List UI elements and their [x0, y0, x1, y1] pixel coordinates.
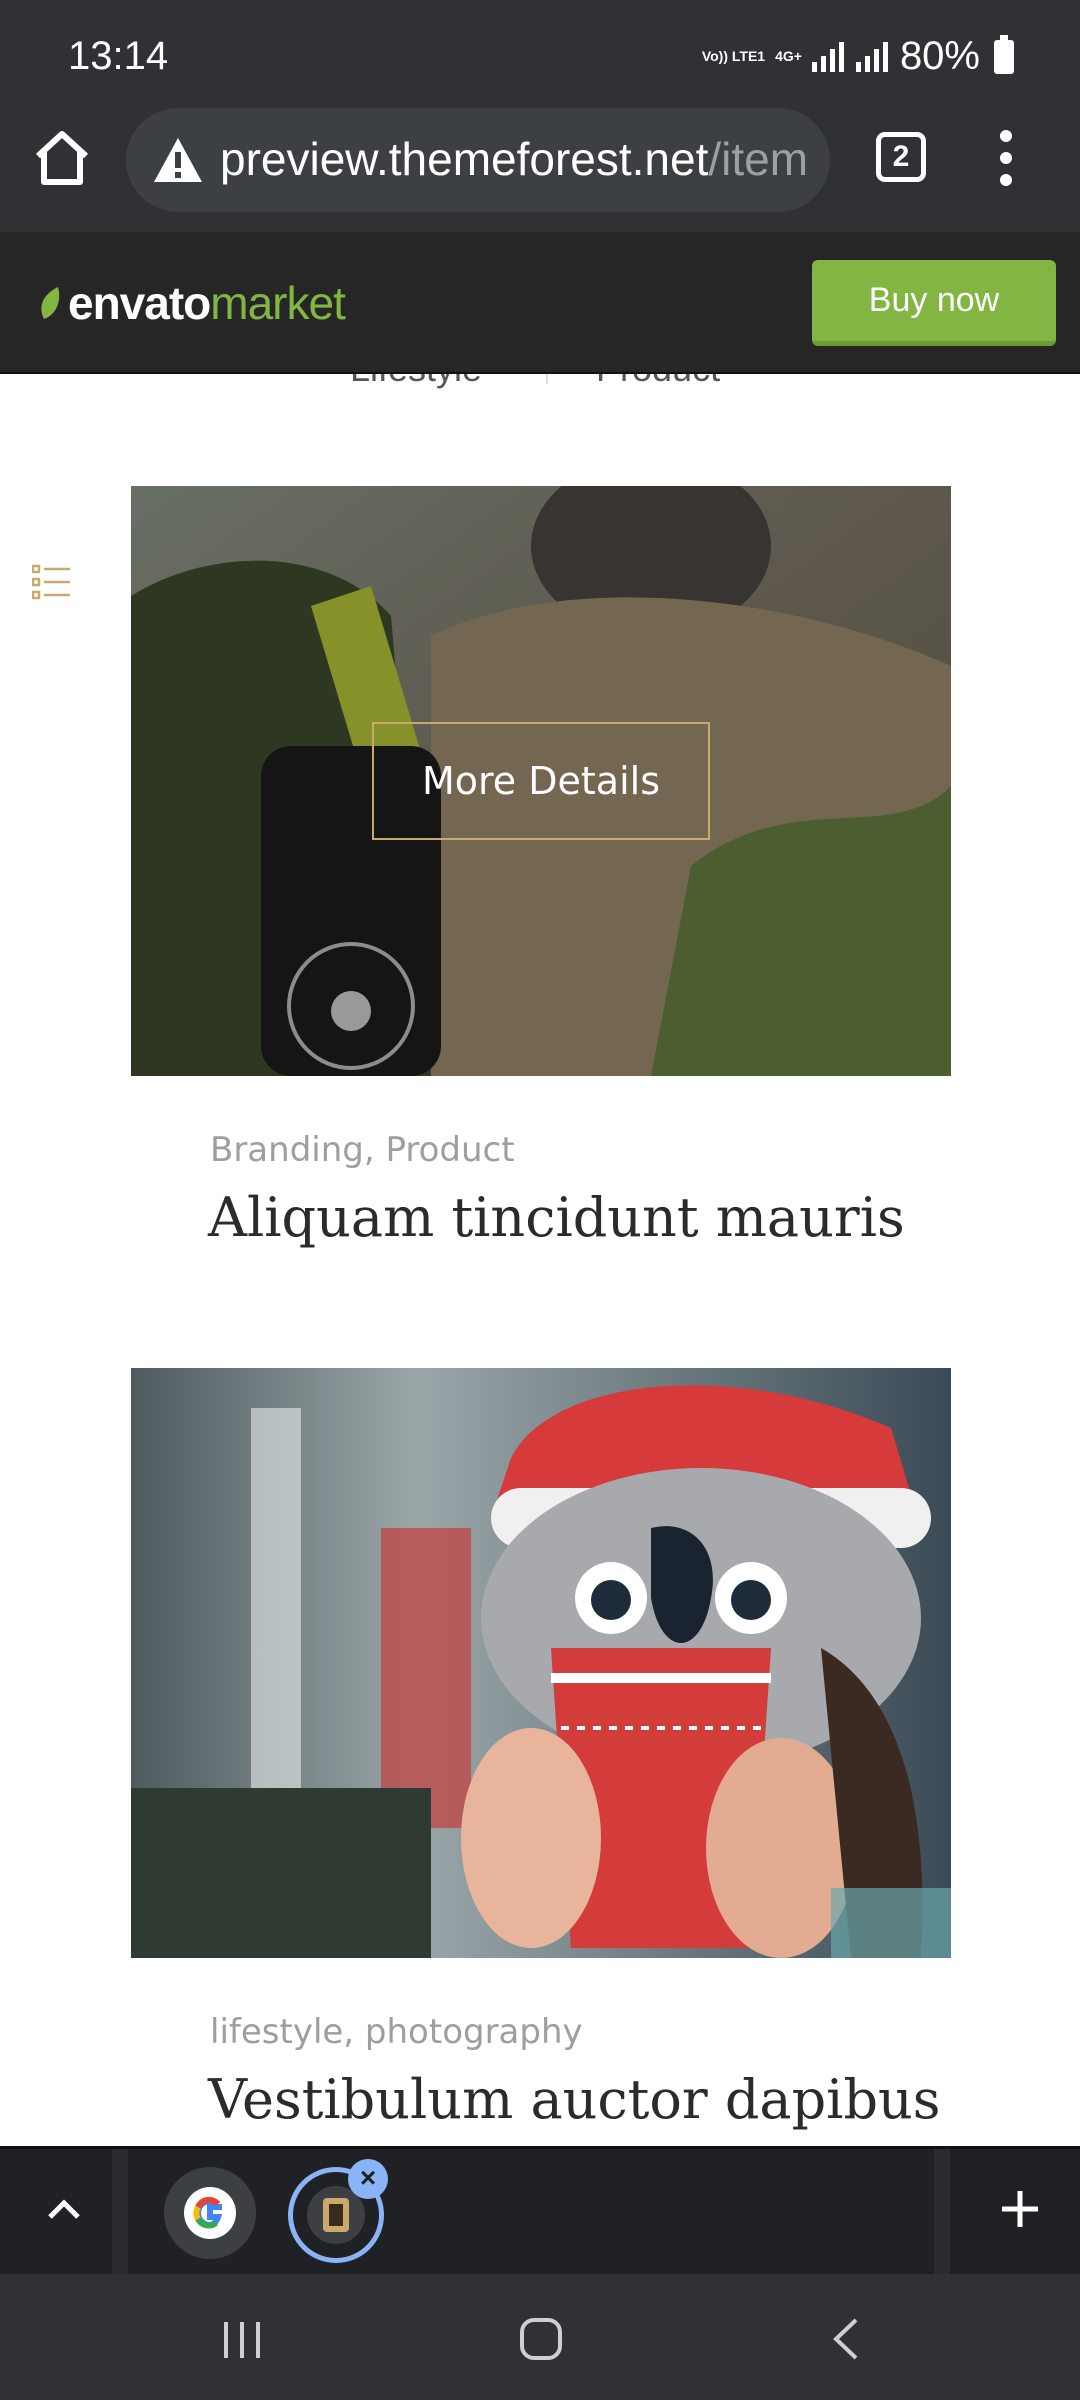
- portfolio-image-1[interactable]: More Details: [131, 486, 951, 1076]
- list-icon[interactable]: [32, 564, 72, 600]
- logo-text-market: market: [210, 277, 346, 329]
- filter-row: Lifestyle Product: [0, 374, 1080, 390]
- url-text[interactable]: preview.themeforest.net/item: [220, 132, 808, 186]
- warning-icon[interactable]: [152, 134, 204, 186]
- more-details-button[interactable]: More Details: [372, 722, 710, 840]
- status-icons: Vo)) LTE1 4G+ 80%: [702, 34, 1014, 79]
- battery-text: 80%: [899, 34, 980, 78]
- logo-text-envato: envato: [68, 277, 211, 329]
- address-bar[interactable]: preview.themeforest.net/item: [126, 108, 830, 212]
- envato-preview-bar: envato market Buy now: [0, 232, 1080, 374]
- url-path: /item: [708, 133, 809, 185]
- new-tab-button[interactable]: [934, 2149, 1080, 2274]
- card-1-title[interactable]: Aliquam tincidunt mauris: [208, 1186, 905, 1249]
- recent-apps-icon[interactable]: [222, 2318, 262, 2362]
- plus-icon: [1002, 2191, 1038, 2227]
- signal-icon: [811, 41, 844, 72]
- leaf-icon: [41, 287, 60, 319]
- tab-switcher-button[interactable]: 2: [876, 132, 926, 182]
- google-tab[interactable]: [164, 2167, 256, 2259]
- system-nav-bar: [0, 2274, 1080, 2400]
- buy-now-button[interactable]: Buy now: [812, 260, 1056, 346]
- portfolio-image-2[interactable]: [131, 1368, 951, 1958]
- signal-icon-2: [855, 41, 888, 72]
- card-1-categories[interactable]: Branding, Product: [210, 1130, 515, 1170]
- status-time: 13:14: [68, 34, 169, 78]
- koala-mug-photo: [131, 1368, 951, 1958]
- card-2-title[interactable]: Vestibulum auctor dapibus: [208, 2068, 941, 2131]
- filter-lifestyle[interactable]: Lifestyle: [350, 374, 482, 390]
- home-icon[interactable]: [30, 126, 94, 190]
- home-nav-icon[interactable]: [518, 2316, 564, 2362]
- filter-divider: [546, 374, 548, 384]
- status-bar: 13:14 Vo)) LTE1 4G+ 80%: [0, 0, 1080, 100]
- expand-tab-strip-button[interactable]: [0, 2149, 128, 2274]
- tab-strip: ×: [0, 2146, 1080, 2274]
- network-label: Vo)) LTE1: [701, 48, 766, 64]
- more-menu-icon[interactable]: [996, 126, 1016, 190]
- browser-toolbar: preview.themeforest.net/item 2: [0, 100, 1080, 232]
- back-icon[interactable]: [830, 2316, 860, 2362]
- filter-product[interactable]: Product: [596, 374, 720, 390]
- network-type-label: 4G+: [775, 48, 802, 64]
- card-2-categories[interactable]: lifestyle, photography: [210, 2012, 583, 2052]
- url-domain: preview.themeforest.net: [220, 133, 709, 185]
- google-icon: [184, 2187, 236, 2239]
- close-tab-icon[interactable]: ×: [348, 2159, 388, 2199]
- page-content: Lifestyle Product: [0, 374, 1080, 2146]
- battery-icon: [994, 34, 1014, 74]
- envato-logo[interactable]: envato market: [38, 276, 346, 330]
- chevron-up-icon: [48, 2199, 80, 2219]
